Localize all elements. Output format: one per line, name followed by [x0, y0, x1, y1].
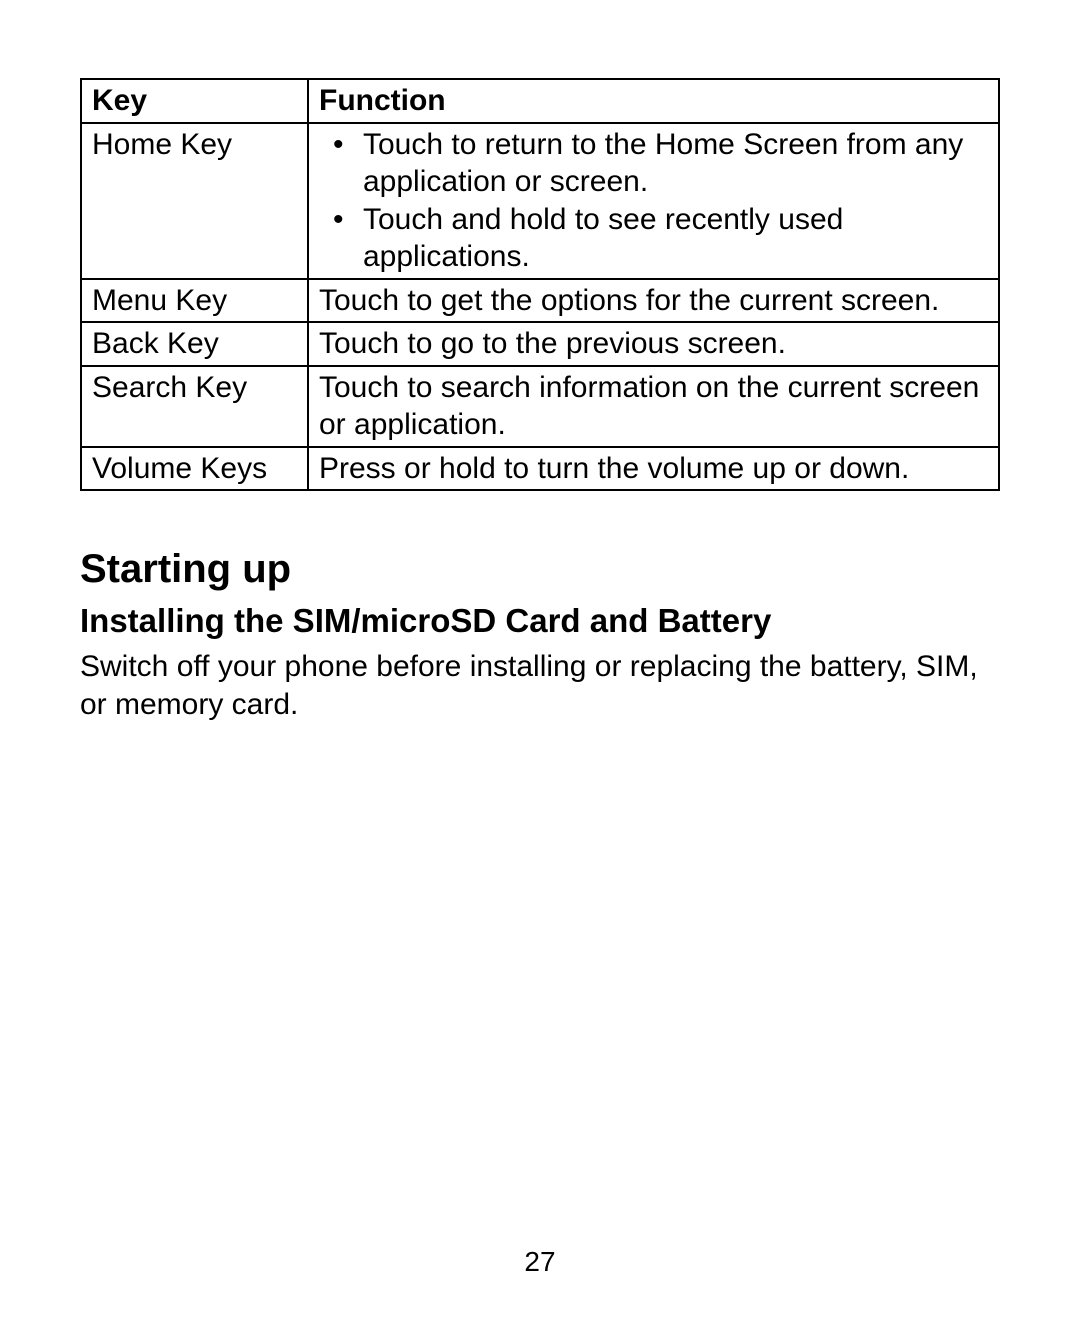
table-header-function: Function [308, 79, 999, 123]
page-number: 27 [0, 1246, 1080, 1278]
table-cell-function: Touch to go to the previous screen. [308, 322, 999, 366]
table-cell-function: Touch to get the options for the current… [308, 279, 999, 323]
keys-table: Key Function Home Key Touch to return to… [80, 78, 1000, 491]
bullet-list: Touch to return to the Home Screen from … [319, 126, 990, 276]
table-cell-function: Touch to search information on the curre… [308, 366, 999, 447]
section-heading: Starting up [80, 547, 1000, 592]
table-header-row: Key Function [81, 79, 999, 123]
body-paragraph: Switch off your phone before installing … [80, 648, 1000, 723]
table-cell-key: Back Key [81, 322, 308, 366]
table-cell-key: Home Key [81, 123, 308, 279]
table-row: Menu Key Touch to get the options for th… [81, 279, 999, 323]
table-cell-key: Volume Keys [81, 447, 308, 491]
list-item: Touch to return to the Home Screen from … [319, 126, 990, 201]
table-row: Back Key Touch to go to the previous scr… [81, 322, 999, 366]
subsection-heading: Installing the SIM/microSD Card and Batt… [80, 602, 1000, 640]
table-header-key: Key [81, 79, 308, 123]
table-cell-key: Menu Key [81, 279, 308, 323]
document-page: Key Function Home Key Touch to return to… [0, 0, 1080, 1320]
list-item: Touch and hold to see recently used appl… [319, 201, 990, 276]
table-row: Volume Keys Press or hold to turn the vo… [81, 447, 999, 491]
table-row: Home Key Touch to return to the Home Scr… [81, 123, 999, 279]
table-cell-function: Press or hold to turn the volume up or d… [308, 447, 999, 491]
table-row: Search Key Touch to search information o… [81, 366, 999, 447]
table-cell-function: Touch to return to the Home Screen from … [308, 123, 999, 279]
table-cell-key: Search Key [81, 366, 308, 447]
